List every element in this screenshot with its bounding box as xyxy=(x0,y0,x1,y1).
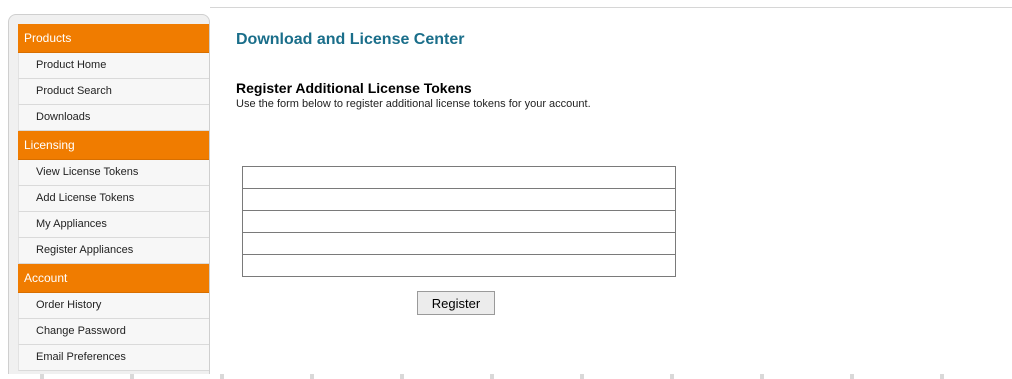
license-token-input-2[interactable] xyxy=(242,188,676,211)
sidebar-section-account: Account Order History Change Password Em… xyxy=(18,264,209,371)
sidebar-section-licensing: Licensing View License Tokens Add Licens… xyxy=(18,131,209,264)
cropped-page-edge xyxy=(0,374,1012,379)
license-token-input-1[interactable] xyxy=(242,166,676,189)
form-heading: Register Additional License Tokens xyxy=(236,80,472,96)
sidebar-nav: Products Product Home Product Search Dow… xyxy=(8,14,210,379)
top-divider xyxy=(210,7,1012,8)
sidebar-item-order-history[interactable]: Order History xyxy=(18,293,209,319)
sidebar-section-products: Products Product Home Product Search Dow… xyxy=(18,24,209,131)
form-description: Use the form below to register additiona… xyxy=(236,98,591,110)
sidebar-item-downloads[interactable]: Downloads xyxy=(18,105,209,131)
sidebar-item-register-appliances[interactable]: Register Appliances xyxy=(18,238,209,264)
license-token-input-5[interactable] xyxy=(242,254,676,277)
section-header-products: Products xyxy=(18,24,209,53)
section-header-account: Account xyxy=(18,264,209,293)
license-token-input-3[interactable] xyxy=(242,210,676,233)
page: Products Product Home Product Search Dow… xyxy=(0,0,1012,379)
register-button[interactable]: Register xyxy=(417,291,495,315)
license-token-input-4[interactable] xyxy=(242,232,676,255)
sidebar-item-change-password[interactable]: Change Password xyxy=(18,319,209,345)
sidebar-item-product-home[interactable]: Product Home xyxy=(18,53,209,79)
section-header-licensing: Licensing xyxy=(18,131,209,160)
sidebar-item-my-appliances[interactable]: My Appliances xyxy=(18,212,209,238)
page-title: Download and License Center xyxy=(236,31,465,48)
sidebar-item-email-preferences[interactable]: Email Preferences xyxy=(18,345,209,371)
sidebar-item-add-license-tokens[interactable]: Add License Tokens xyxy=(18,186,209,212)
sidebar-item-view-license-tokens[interactable]: View License Tokens xyxy=(18,160,209,186)
sidebar-item-product-search[interactable]: Product Search xyxy=(18,79,209,105)
